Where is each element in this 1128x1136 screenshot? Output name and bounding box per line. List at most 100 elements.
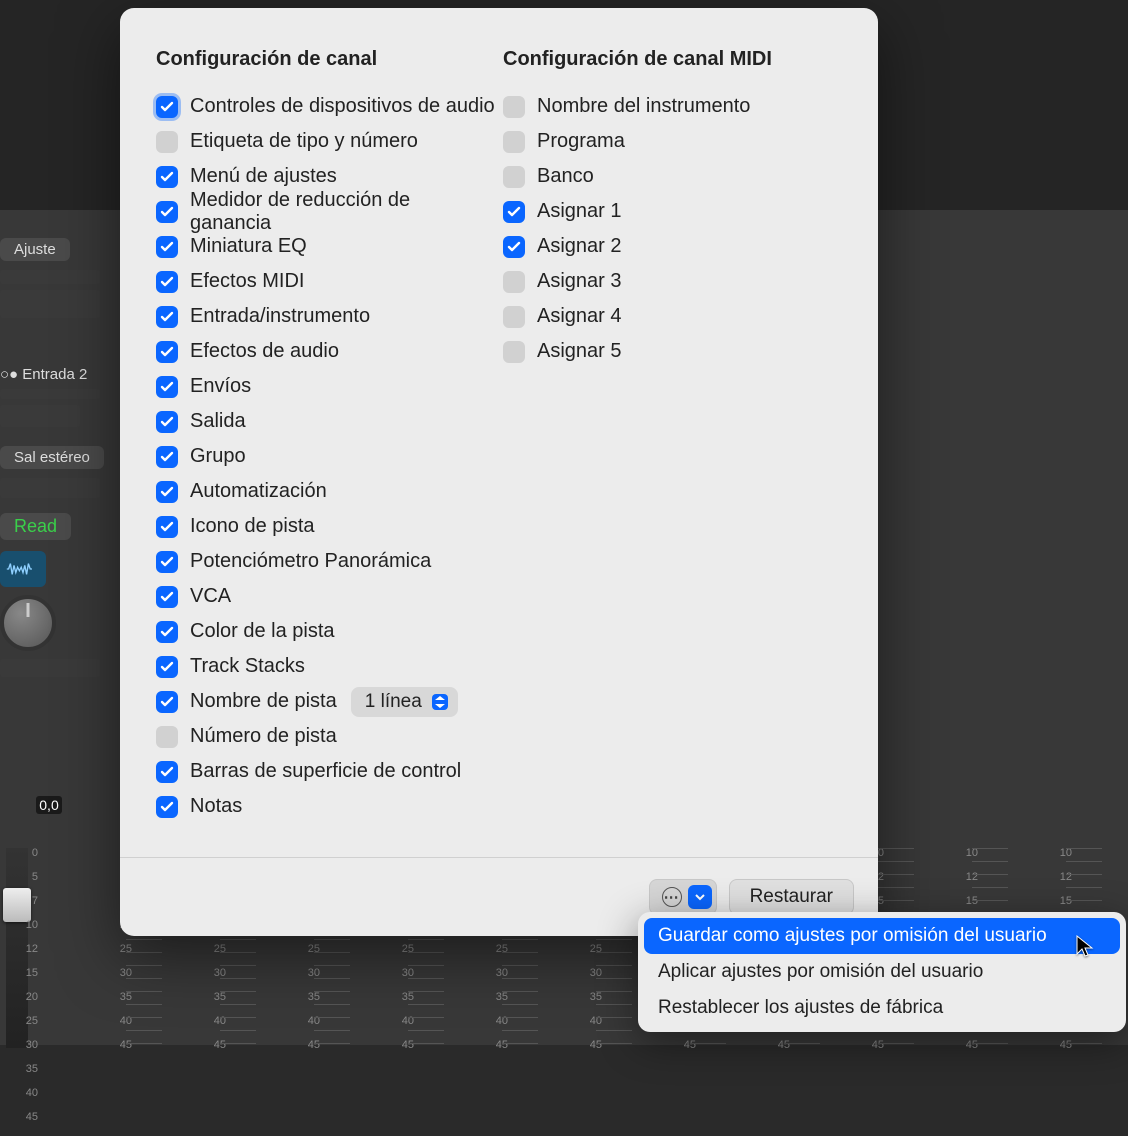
left-option: Nombre de pista 1 línea (156, 684, 495, 719)
checkbox[interactable] (156, 586, 178, 608)
left-option: Salida (156, 404, 495, 439)
ellipsis-icon: ⋯ (662, 887, 682, 907)
slot[interactable] (0, 290, 100, 318)
left-option: Medidor de reducción de ganancia (156, 194, 495, 229)
checkbox[interactable] (156, 236, 178, 258)
checkbox[interactable] (156, 446, 178, 468)
lines-select[interactable]: 1 línea (351, 687, 458, 717)
checkbox[interactable] (156, 376, 178, 398)
output-button[interactable]: Sal estéreo (0, 446, 104, 469)
checkbox[interactable] (156, 271, 178, 293)
checkbox[interactable] (156, 656, 178, 678)
slot[interactable] (0, 659, 100, 677)
checkbox[interactable] (156, 691, 178, 713)
checkbox[interactable] (503, 96, 525, 118)
checkbox[interactable] (156, 551, 178, 573)
checkbox[interactable] (156, 481, 178, 503)
menu-item[interactable]: Aplicar ajustes por omisión del usuario (644, 954, 1120, 990)
option-label: Nombre de pista (190, 690, 337, 713)
option-label: Icono de pista (190, 515, 315, 538)
left-column: Configuración de canal Controles de disp… (156, 48, 495, 847)
channel-config-sheet: Configuración de canal Controles de disp… (120, 8, 878, 936)
option-label: Programa (537, 130, 625, 153)
option-label: VCA (190, 585, 231, 608)
menu-item[interactable]: Restablecer los ajustes de fábrica (644, 990, 1120, 1026)
checkbox[interactable] (156, 796, 178, 818)
checkbox[interactable] (503, 341, 525, 363)
checkbox[interactable] (156, 516, 178, 538)
option-label: Etiqueta de tipo y número (190, 130, 418, 153)
checkbox[interactable] (503, 306, 525, 328)
checkbox[interactable] (156, 341, 178, 363)
option-label: Efectos de audio (190, 340, 339, 363)
checkbox[interactable] (503, 236, 525, 258)
left-option: Barras de superficie de control (156, 754, 495, 789)
checkbox[interactable] (156, 96, 178, 118)
restore-button[interactable]: Restaurar (729, 879, 854, 915)
left-option: Efectos MIDI (156, 264, 495, 299)
left-option: Automatización (156, 474, 495, 509)
left-option: Controles de dispositivos de audio (156, 89, 495, 124)
checkbox[interactable] (156, 166, 178, 188)
more-actions-menu: Guardar como ajustes por omisión del usu… (638, 912, 1126, 1032)
stepper-icon (432, 694, 448, 710)
left-option: Track Stacks (156, 649, 495, 684)
option-label: Barras de superficie de control (190, 760, 461, 783)
checkbox[interactable] (503, 166, 525, 188)
channel-strip: Ajuste ○● Entrada 2 Sal estéreo Read (0, 235, 120, 683)
option-label: Entrada/instrumento (190, 305, 370, 328)
option-label: Número de pista (190, 725, 337, 748)
input-label[interactable]: ○● Entrada 2 (0, 366, 120, 383)
checkbox[interactable] (503, 201, 525, 223)
right-option: Banco (503, 159, 842, 194)
option-label: Menú de ajustes (190, 165, 337, 188)
left-option: Potenciómetro Panorámica (156, 544, 495, 579)
option-label: Asignar 5 (537, 340, 622, 363)
option-label: Envíos (190, 375, 251, 398)
option-label: Banco (537, 165, 594, 188)
checkbox[interactable] (503, 271, 525, 293)
option-label: Controles de dispositivos de audio (190, 95, 495, 118)
left-option: Entrada/instrumento (156, 299, 495, 334)
option-label: Track Stacks (190, 655, 305, 678)
menu-item[interactable]: Guardar como ajustes por omisión del usu… (644, 918, 1120, 954)
option-label: Potenciómetro Panorámica (190, 550, 431, 573)
option-label: Grupo (190, 445, 246, 468)
checkbox[interactable] (156, 306, 178, 328)
right-option: Programa (503, 124, 842, 159)
left-option: VCA (156, 579, 495, 614)
left-option: Color de la pista (156, 614, 495, 649)
left-option: Etiqueta de tipo y número (156, 124, 495, 159)
checkbox[interactable] (156, 761, 178, 783)
option-label: Efectos MIDI (190, 270, 304, 293)
meter-strip[interactable]: 057101215202530354045 (0, 848, 94, 1048)
volume-fader[interactable] (6, 848, 28, 1048)
left-title: Configuración de canal (156, 48, 495, 71)
checkbox[interactable] (156, 201, 178, 223)
more-actions-button[interactable]: ⋯ (649, 879, 717, 915)
option-label: Asignar 3 (537, 270, 622, 293)
checkbox[interactable] (156, 621, 178, 643)
option-label: Color de la pista (190, 620, 335, 643)
track-icon[interactable] (0, 551, 46, 587)
slot[interactable] (0, 270, 100, 284)
checkbox[interactable] (156, 131, 178, 153)
ajuste-button[interactable]: Ajuste (0, 238, 70, 261)
option-label: Notas (190, 795, 242, 818)
option-label: Nombre del instrumento (537, 95, 750, 118)
left-option: Número de pista (156, 719, 495, 754)
level-readout: 0,0 (36, 796, 62, 814)
slot[interactable] (0, 405, 80, 427)
checkbox[interactable] (156, 411, 178, 433)
chevron-down-icon (688, 885, 712, 909)
option-label: Miniatura EQ (190, 235, 307, 258)
automation-read-button[interactable]: Read (0, 513, 71, 540)
checkbox[interactable] (503, 131, 525, 153)
pan-knob[interactable] (0, 595, 56, 651)
option-label: Asignar 4 (537, 305, 622, 328)
slot[interactable] (0, 389, 100, 399)
checkbox[interactable] (156, 726, 178, 748)
left-option: Efectos de audio (156, 334, 495, 369)
option-label: Salida (190, 410, 246, 433)
slot[interactable] (0, 478, 100, 498)
